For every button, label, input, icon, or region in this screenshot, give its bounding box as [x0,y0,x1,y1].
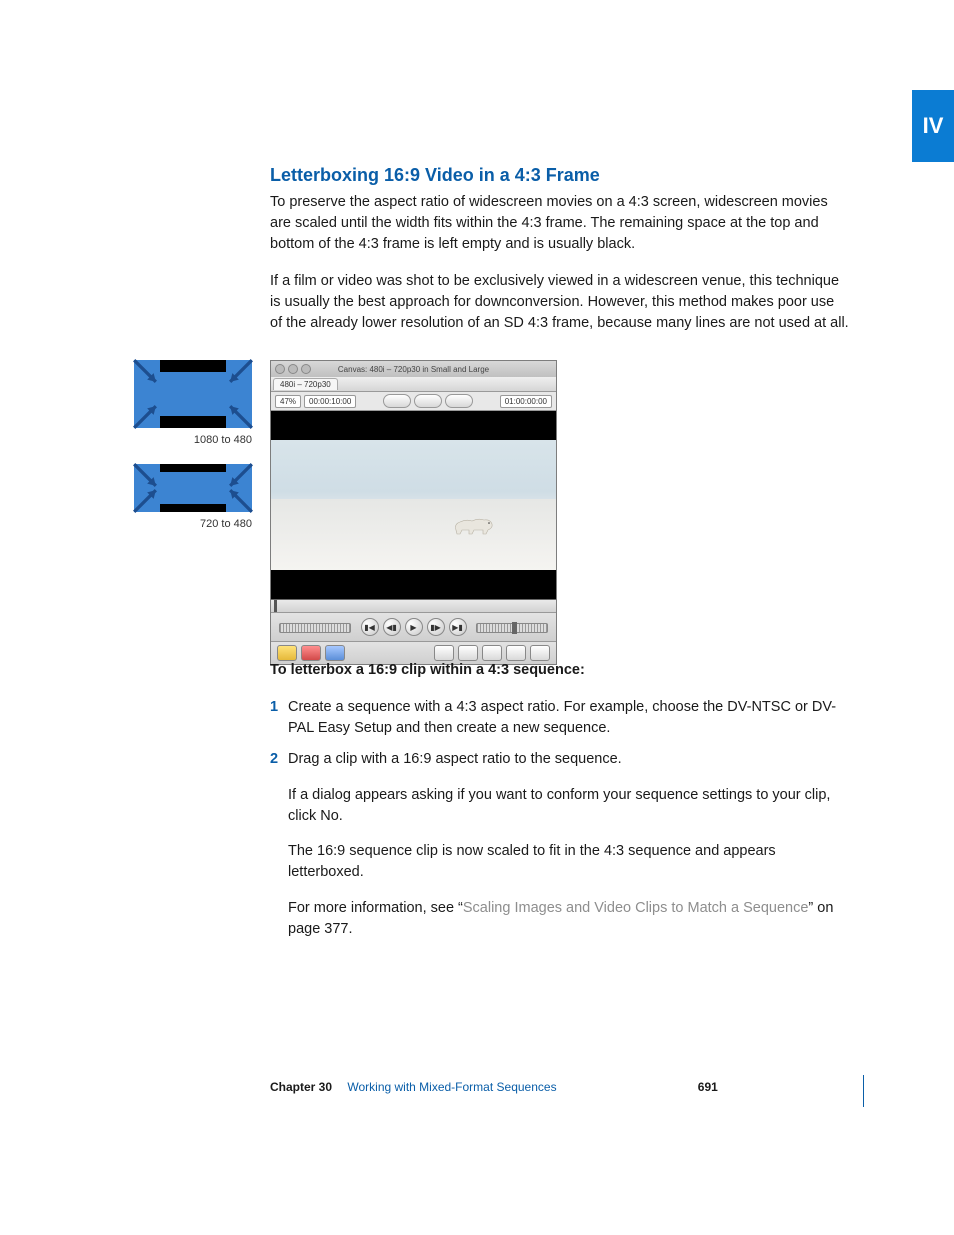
step-note: The 16:9 sequence clip is now scaled to … [270,841,850,883]
arrow-icon [132,488,158,514]
arrow-icon [228,404,254,430]
diagram-1080-to-480 [134,360,252,428]
arrow-icon [132,404,158,430]
step-number: 1 [270,697,278,718]
diagram2-caption: 720 to 480 [128,518,252,530]
step-number: 2 [270,749,278,770]
arrow-icon [228,488,254,514]
sidebar-diagrams: 1080 to 480 720 to 480 [128,360,258,548]
step-note: For more information, see “Scaling Image… [270,898,850,940]
steps-heading: To letterbox a 16:9 clip within a 4:3 se… [270,660,850,681]
step-1: 1 Create a sequence with a 4:3 aspect ra… [270,697,850,739]
arrow-icon [228,462,254,488]
arrow-icon [132,358,158,384]
step-2: 2 Drag a clip with a 16:9 aspect ratio t… [270,749,850,770]
step-text: Create a sequence with a 4:3 aspect rati… [288,699,836,736]
step-note: If a dialog appears asking if you want t… [270,785,850,827]
diagram-720-to-480 [134,464,252,512]
cross-reference-link[interactable]: Scaling Images and Video Clips to Match … [463,900,809,916]
paragraph: To preserve the aspect ratio of widescre… [270,192,850,255]
arrow-icon [132,462,158,488]
footer-chapter: Chapter 30 [270,1080,332,1094]
footer-page-number: 691 [698,1080,718,1094]
diagram1-caption: 1080 to 480 [128,434,252,446]
footer-title: Working with Mixed-Format Sequences [347,1080,556,1094]
page-footer: Chapter 30 Working with Mixed-Format Seq… [270,1080,859,1094]
step-text: Drag a clip with a 16:9 aspect ratio to … [288,751,622,767]
part-tab: IV [912,90,954,162]
section-heading: Letterboxing 16:9 Video in a 4:3 Frame [270,165,850,186]
footer-rule [863,1075,864,1107]
paragraph: If a film or video was shot to be exclus… [270,271,850,334]
arrow-icon [228,358,254,384]
